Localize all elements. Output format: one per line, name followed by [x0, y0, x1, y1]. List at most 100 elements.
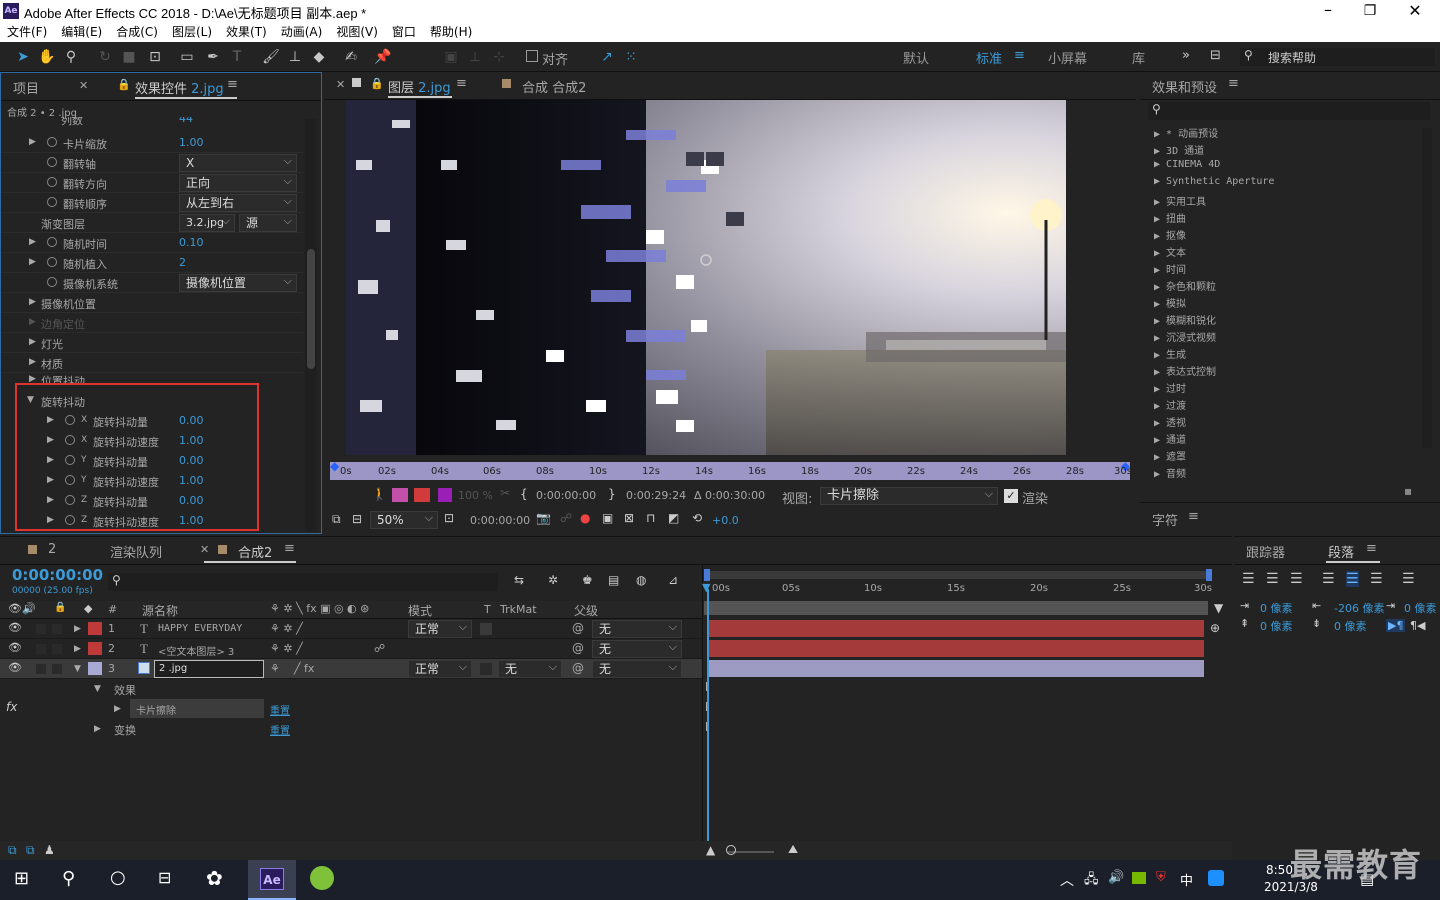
minimize-icon[interactable]: – [1318, 0, 1338, 20]
justify-all-icon[interactable]: ☰ [1402, 571, 1415, 587]
label-color-swatch[interactable] [88, 622, 102, 635]
stopwatch-icon[interactable] [65, 455, 75, 465]
region-of-interest-icon[interactable]: ⊡ [444, 511, 454, 525]
character-title[interactable]: 字符 [1152, 510, 1178, 529]
close-tab-icon[interactable]: ✕ [200, 543, 209, 556]
local-axis-icon[interactable]: ▣ [442, 49, 460, 65]
view-select[interactable]: 卡片擦除 [820, 486, 998, 505]
expand-triangle-icon[interactable]: ▶ [29, 337, 36, 347]
parent-select[interactable]: 无 [592, 659, 682, 678]
tab-composition[interactable]: 合成 合成2 [522, 77, 586, 96]
workspace-standard[interactable]: 标准 [976, 48, 1002, 67]
space-after-value[interactable]: 0 像素 [1334, 618, 1367, 634]
world-axis-icon[interactable]: ⟂ [466, 49, 484, 65]
workspace-menu-icon[interactable]: ≡ [1014, 48, 1025, 63]
tab-comp-2[interactable]: 2 [48, 542, 56, 557]
mask-toggle-icon[interactable]: ⊟ [352, 512, 362, 526]
snap-checkbox[interactable] [526, 50, 538, 62]
parent-select[interactable]: 无 [592, 639, 682, 658]
group-lighting[interactable]: ▶ 灯光 [1, 333, 303, 353]
navigator-end-handle[interactable] [1206, 569, 1212, 581]
rotation-value[interactable]: 1.00 [179, 474, 204, 487]
layer-row[interactable]: 👁 ▶ 1 T HAPPY EVERYDAY ⚘ ✲ ╱ 正常 @ 无 [0, 619, 702, 639]
expand-triangle-icon[interactable]: ▶ [47, 495, 54, 505]
effects-category[interactable]: ▶ 表达式控制 [1154, 363, 1216, 378]
graph-editor-icon[interactable]: ⊿ [668, 573, 678, 587]
effects-category[interactable]: ▶ 时间 [1154, 261, 1186, 276]
stopwatch-icon[interactable] [47, 237, 57, 247]
taskbar-ae-button[interactable]: Ae [248, 860, 296, 900]
effects-category[interactable]: ▶ Synthetic Aperture [1154, 176, 1274, 187]
align-right-icon[interactable]: ☰ [1290, 571, 1303, 587]
effects-category[interactable]: ▶ 扭曲 [1154, 210, 1186, 225]
ime-indicator[interactable]: 中 [1180, 870, 1193, 889]
tab-tracker[interactable]: 跟踪器 [1246, 542, 1285, 561]
in-point-icon[interactable]: { [520, 487, 528, 501]
card-scale-value[interactable]: 1.00 [179, 136, 204, 149]
effects-category[interactable]: ▶ 遮罩 [1154, 448, 1186, 463]
layer-duration-bar[interactable] [708, 620, 1204, 637]
workspace-libraries[interactable]: 库 [1132, 48, 1145, 67]
partial-row-value[interactable]: 44 [179, 117, 193, 125]
stopwatch-icon[interactable] [47, 177, 57, 187]
brush-tool-icon[interactable]: 🖌 [262, 49, 280, 65]
solo-switch[interactable] [36, 644, 46, 654]
onion-skin-icon[interactable] [392, 488, 408, 502]
pick-whip-icon[interactable]: @ [572, 661, 584, 675]
random-seed-value[interactable]: 2 [179, 256, 186, 269]
effects-category[interactable]: ▶ * 动画预设 [1154, 125, 1218, 140]
help-search-input[interactable]: ⚲ 搜索帮助 [1240, 48, 1435, 66]
expand-triangle-icon[interactable]: ▶ [47, 415, 54, 425]
3d-layer-icon[interactable]: ☍ [374, 642, 385, 655]
rotation-value[interactable]: 0.00 [179, 494, 204, 507]
security-shield-icon[interactable]: ⛨ [1156, 870, 1166, 885]
sync-settings-icon[interactable]: ⊟ [1210, 48, 1221, 63]
effects-category[interactable]: ▶ 3D 通道 [1154, 142, 1204, 157]
work-area-bar[interactable] [704, 601, 1208, 615]
toggle-switches-icon[interactable]: ⧉ [8, 843, 17, 858]
panel-menu-icon[interactable]: ≡ [456, 76, 467, 91]
stopwatch-icon[interactable] [47, 257, 57, 267]
layer-duration-bar[interactable] [708, 660, 1204, 677]
layer-search-input[interactable]: ⚲ [108, 573, 498, 591]
expand-triangle-icon[interactable]: ▶ [47, 475, 54, 485]
playhead-icon[interactable]: ▼ [702, 581, 710, 594]
walk-icon[interactable]: 🚶 [372, 487, 387, 501]
expand-triangle-icon[interactable]: ▶ [74, 624, 81, 634]
expand-triangle-icon[interactable]: ▶ [74, 644, 81, 654]
stopwatch-icon[interactable] [47, 277, 57, 287]
menu-file[interactable]: 文件(F) [0, 22, 54, 42]
rotation-value[interactable]: 0.00 [179, 414, 204, 427]
exposure-value[interactable]: +0.0 [712, 514, 739, 527]
lock-icon[interactable]: 🔒 [370, 77, 384, 90]
effects-category[interactable]: ▶ CINEMA 4D [1154, 159, 1220, 170]
tab-project[interactable]: 项目 [13, 78, 39, 97]
menu-animation[interactable]: 动画(A) [274, 22, 330, 42]
blend-mode-select[interactable]: 正常 [408, 619, 472, 638]
reset-link[interactable]: 重置 [270, 702, 290, 717]
expand-triangle-icon[interactable]: ▶ [47, 515, 54, 525]
justify-right-icon[interactable]: ☰ [1370, 571, 1383, 587]
effects-category[interactable]: ▶ 透视 [1154, 414, 1186, 429]
effects-category[interactable]: ▶ 模拟 [1154, 295, 1186, 310]
clone-stamp-tool-icon[interactable]: ⊥ [286, 49, 304, 65]
panel-menu-icon[interactable]: ≡ [227, 77, 238, 92]
in-time-value[interactable]: 0:00:00:00 [536, 489, 596, 502]
preserve-transparency-checkbox[interactable] [480, 623, 492, 635]
playhead-icon[interactable]: ◆ [330, 459, 339, 473]
tab-layer[interactable]: 图层 2.jpg [388, 77, 451, 96]
collapse-triangle-icon[interactable]: ▼ [27, 395, 34, 405]
menu-view[interactable]: 视图(V) [329, 22, 385, 42]
expand-triangle-icon[interactable]: ▶ [29, 257, 36, 267]
render-checkbox[interactable]: ✓ [1004, 489, 1018, 503]
transform-group-row[interactable]: ▶ 变换 重置 [0, 719, 702, 739]
always-preview-icon[interactable]: ⧉ [332, 512, 341, 527]
viewer-time-ruler[interactable]: ◆ ◆ 0s 02s 04s 06s 08s 10s 12s 14s 16s 1… [330, 459, 1132, 480]
comp-button-icon[interactable]: ⊕ [1210, 621, 1220, 635]
lock-icon[interactable]: 🔒 [117, 78, 131, 91]
panel-menu-icon[interactable]: ≡ [1228, 76, 1239, 91]
fast-preview-icon[interactable]: ◩ [668, 511, 679, 525]
layer-duration-bar[interactable] [708, 640, 1204, 657]
stopwatch-icon[interactable] [47, 197, 57, 207]
effects-category[interactable]: ▶ 实用工具 [1154, 193, 1206, 208]
